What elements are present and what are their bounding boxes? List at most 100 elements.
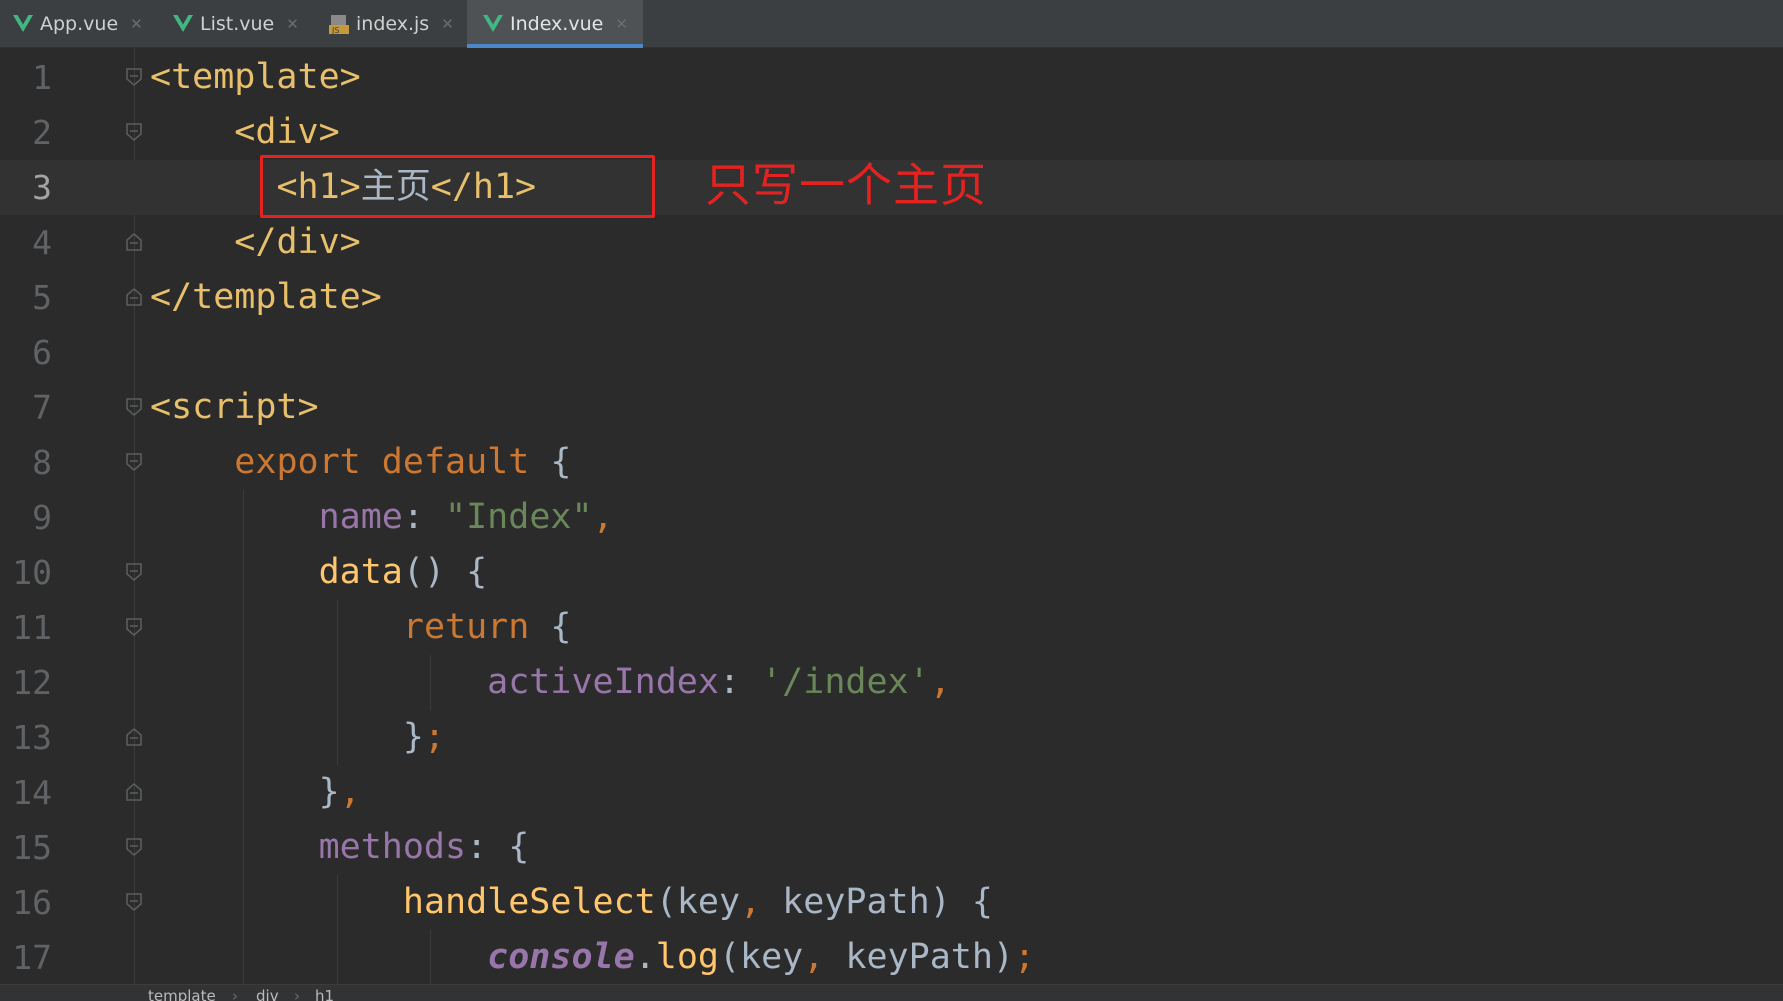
code-line[interactable]: 7 <script> bbox=[0, 380, 1783, 435]
fold-open-icon[interactable] bbox=[124, 452, 144, 472]
vue-icon bbox=[172, 13, 194, 35]
close-icon[interactable]: ✕ bbox=[615, 15, 628, 33]
fold-open-icon[interactable] bbox=[124, 67, 144, 87]
code-token: </div> bbox=[234, 222, 361, 262]
code-token: , bbox=[803, 937, 825, 977]
code-line[interactable]: 15 methods: { bbox=[0, 820, 1783, 875]
breadcrumb: template › div › h1 bbox=[0, 984, 1783, 1001]
code-token: </template> bbox=[150, 277, 382, 317]
fold-close-icon[interactable] bbox=[124, 782, 144, 802]
tab-app-vue[interactable]: App.vue ✕ bbox=[0, 0, 155, 48]
code-text: <script> bbox=[150, 380, 319, 435]
code-line[interactable]: 12 activeIndex: '/index', bbox=[0, 655, 1783, 710]
code-token: <div> bbox=[234, 112, 340, 152]
code-line[interactable]: 13 }; bbox=[0, 710, 1783, 765]
tab-index-vue[interactable]: Index.vue ✕ bbox=[467, 0, 643, 48]
close-icon[interactable]: ✕ bbox=[441, 15, 454, 33]
line-number: 8 bbox=[32, 443, 52, 482]
fold-open-icon[interactable] bbox=[124, 837, 144, 857]
code-line[interactable]: 16 handleSelect(key, keyPath) { bbox=[0, 875, 1783, 930]
code-line[interactable]: 1 <template> bbox=[0, 50, 1783, 105]
fold-open-icon[interactable] bbox=[124, 562, 144, 582]
close-icon[interactable]: ✕ bbox=[286, 15, 299, 33]
code-text: return { bbox=[150, 600, 572, 655]
code-line[interactable]: 10 data() { bbox=[0, 545, 1783, 600]
tab-index-js[interactable]: JS index.js ✕ bbox=[316, 0, 461, 48]
code-text: handleSelect(key, keyPath) { bbox=[150, 875, 993, 930]
line-number: 3 bbox=[32, 168, 52, 207]
code-text: data() { bbox=[150, 545, 488, 600]
svg-text:JS: JS bbox=[331, 26, 339, 35]
fold-open-icon[interactable] bbox=[124, 397, 144, 417]
line-number: 16 bbox=[12, 883, 52, 922]
code-text: }, bbox=[150, 765, 361, 820]
line-number: 9 bbox=[32, 498, 52, 537]
line-number: 1 bbox=[32, 58, 52, 97]
editor-tab-bar: App.vue ✕ List.vue ✕ JS index.js ✕ Index… bbox=[0, 0, 1783, 48]
code-line[interactable]: 9 name: "Index", bbox=[0, 490, 1783, 545]
js-file-icon: JS bbox=[328, 13, 350, 35]
code-token: : bbox=[718, 662, 762, 702]
line-number: 13 bbox=[12, 718, 52, 757]
tab-label: App.vue bbox=[40, 13, 119, 35]
code-line[interactable]: 8 export default { bbox=[0, 435, 1783, 490]
code-line[interactable]: 5 </template> bbox=[0, 270, 1783, 325]
code-token: methods bbox=[318, 827, 467, 867]
code-token: , bbox=[592, 497, 614, 537]
code-text: </template> bbox=[150, 270, 382, 325]
breadcrumb-item[interactable]: h1 bbox=[315, 985, 334, 1001]
fold-open-icon[interactable] bbox=[124, 892, 144, 912]
code-token: <script> bbox=[150, 387, 319, 427]
code-line[interactable]: 14 }, bbox=[0, 765, 1783, 820]
code-token: , bbox=[339, 772, 361, 812]
code-token: return bbox=[402, 607, 530, 647]
breadcrumb-item[interactable]: template bbox=[148, 985, 216, 1001]
line-number: 7 bbox=[32, 388, 52, 427]
fold-close-icon[interactable] bbox=[124, 232, 144, 252]
fold-close-icon[interactable] bbox=[124, 287, 144, 307]
line-number: 2 bbox=[32, 113, 52, 152]
code-line[interactable]: 17 console.log(key, keyPath); bbox=[0, 930, 1783, 985]
close-icon[interactable]: ✕ bbox=[130, 15, 143, 33]
code-line[interactable]: 11 return { bbox=[0, 600, 1783, 655]
code-token: <template> bbox=[150, 57, 361, 97]
fold-close-icon[interactable] bbox=[124, 727, 144, 747]
breadcrumb-item[interactable]: div bbox=[256, 985, 279, 1001]
fold-open-icon[interactable] bbox=[124, 617, 144, 637]
fold-open-icon[interactable] bbox=[124, 122, 144, 142]
code-text: }; bbox=[150, 710, 445, 765]
line-number: 14 bbox=[12, 773, 52, 812]
code-token: (key bbox=[655, 882, 741, 922]
code-line[interactable]: 2 <div> bbox=[0, 105, 1783, 160]
code-token: : bbox=[402, 497, 446, 537]
code-token: keyPath) bbox=[824, 937, 1014, 977]
code-token: export default bbox=[234, 442, 530, 482]
line-number: 11 bbox=[12, 608, 52, 647]
annotation-highlight-box bbox=[260, 155, 655, 218]
tab-label: index.js bbox=[356, 13, 430, 35]
code-text: <template> bbox=[150, 50, 361, 105]
code-line[interactable]: 4 </div> bbox=[0, 215, 1783, 270]
tab-list-vue[interactable]: List.vue ✕ bbox=[160, 0, 310, 48]
code-token: ; bbox=[1014, 937, 1036, 977]
line-number: 6 bbox=[32, 333, 52, 372]
line-number: 17 bbox=[12, 938, 52, 977]
code-token: data bbox=[318, 552, 403, 592]
vue-icon bbox=[12, 13, 34, 35]
code-text: <div> bbox=[150, 105, 340, 160]
code-token: () { bbox=[402, 552, 488, 592]
code-text: methods: { bbox=[150, 820, 530, 875]
chevron-right-icon: › bbox=[294, 987, 300, 1001]
code-token: { bbox=[529, 442, 572, 482]
code-token: handleSelect bbox=[402, 882, 656, 922]
code-text: export default { bbox=[150, 435, 571, 490]
line-number: 12 bbox=[12, 663, 52, 702]
code-line[interactable]: 6 bbox=[0, 325, 1783, 380]
